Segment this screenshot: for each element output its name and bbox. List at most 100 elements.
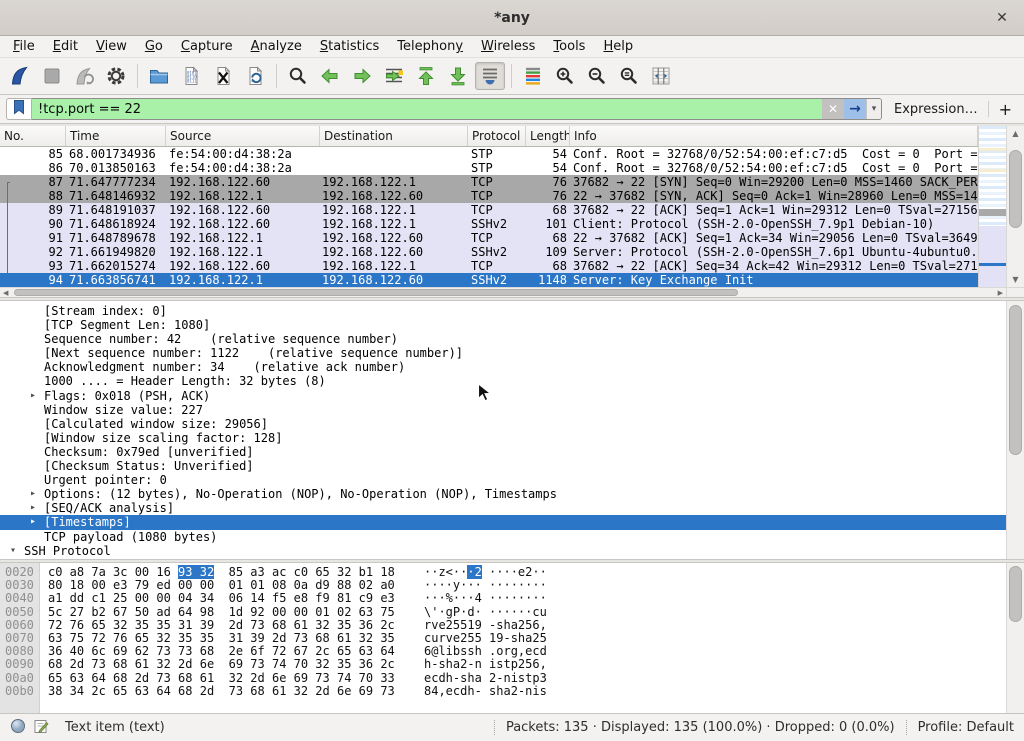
start-capture-button[interactable] <box>5 62 35 90</box>
collapsed-arrow-icon[interactable]: ▸ <box>28 558 44 559</box>
menu-item-help[interactable]: Help <box>594 37 642 56</box>
close-file-button[interactable] <box>208 62 238 90</box>
column-header-protocol[interactable]: Protocol <box>468 126 526 146</box>
menu-item-file[interactable]: File <box>4 37 44 56</box>
hex-row-0050[interactable]: 00505c 27 b2 67 50 ad 64 98 1d 92 00 00 … <box>0 606 1024 619</box>
close-window-button[interactable]: ✕ <box>992 8 1012 28</box>
scroll-up-arrow-icon[interactable]: ▲ <box>1007 129 1024 138</box>
packet-row-89[interactable]: 8971.648191037192.168.122.60192.168.122.… <box>0 203 978 217</box>
collapsed-arrow-icon[interactable]: ▸ <box>28 501 44 515</box>
detail-line[interactable]: [Stream index: 0] <box>0 304 1024 318</box>
expanded-arrow-icon[interactable]: ▾ <box>8 544 24 558</box>
detail-line[interactable]: ▸[Timestamps] <box>0 515 1024 529</box>
go-back-button[interactable] <box>315 62 345 90</box>
scroll-right-arrow-icon[interactable]: ▶ <box>998 288 1003 297</box>
add-filter-button[interactable]: + <box>999 100 1012 119</box>
capture-comment-icon[interactable] <box>33 718 49 738</box>
hex-row-0090[interactable]: 009068 2d 73 68 61 32 2d 6e 69 73 74 70 … <box>0 658 1024 671</box>
details-scroll-thumb[interactable] <box>1009 305 1022 455</box>
detail-line[interactable]: ▸Options: (12 bytes), No-Operation (NOP)… <box>0 487 1024 501</box>
packet-row-94[interactable]: 9471.663856741192.168.122.1192.168.122.6… <box>0 273 978 287</box>
restart-capture-button[interactable] <box>69 62 99 90</box>
hex-row-00b0[interactable]: 00b038 34 2c 65 63 64 68 2d 73 68 61 32 … <box>0 685 1024 698</box>
collapsed-arrow-icon[interactable]: ▸ <box>28 487 44 501</box>
detail-line[interactable]: 1000 .... = Header Length: 32 bytes (8) <box>0 374 1024 388</box>
filter-apply-button[interactable]: → <box>844 99 866 119</box>
hex-row-0060[interactable]: 006072 76 65 32 35 35 31 39 2d 73 68 61 … <box>0 619 1024 632</box>
colorize-button[interactable] <box>518 62 548 90</box>
collapsed-arrow-icon[interactable]: ▸ <box>28 515 44 529</box>
column-header-source[interactable]: Source <box>166 126 320 146</box>
zoom-reset-button[interactable] <box>614 62 644 90</box>
filter-dropdown-button[interactable]: ▾ <box>866 99 881 119</box>
go-to-packet-button[interactable] <box>379 62 409 90</box>
packet-row-85[interactable]: 8568.001734936fe:54:00:d4:38:2aSTP54Conf… <box>0 147 978 161</box>
menu-item-analyze[interactable]: Analyze <box>242 37 311 56</box>
packet-list-hscroll-thumb[interactable] <box>14 289 738 296</box>
go-forward-button[interactable] <box>347 62 377 90</box>
column-header-time[interactable]: Time <box>66 126 166 146</box>
column-header-destination[interactable]: Destination <box>320 126 468 146</box>
go-to-top-button[interactable] <box>411 62 441 90</box>
resize-columns-button[interactable] <box>646 62 676 90</box>
filter-bookmark-button[interactable] <box>6 98 32 120</box>
collapsed-arrow-icon[interactable]: ▸ <box>28 389 44 403</box>
zoom-in-button[interactable] <box>550 62 580 90</box>
detail-line[interactable]: ▾SSH Protocol <box>0 544 1024 558</box>
menu-item-edit[interactable]: Edit <box>44 37 87 56</box>
detail-line[interactable]: Window size value: 227 <box>0 403 1024 417</box>
profile-status[interactable]: Profile: Default <box>918 720 1014 735</box>
bytes-vertical-scrollbar[interactable] <box>1006 563 1024 713</box>
menu-item-tools[interactable]: Tools <box>544 37 594 56</box>
packet-list-scroll-thumb[interactable] <box>1009 150 1022 228</box>
stop-capture-button[interactable] <box>37 62 67 90</box>
details-vertical-scrollbar[interactable] <box>1006 301 1024 559</box>
packet-list-horizontal-scrollbar[interactable]: ◀ ▶ <box>0 287 1006 297</box>
packet-list-vertical-scrollbar[interactable]: ▲ ▼ <box>1006 126 1024 287</box>
menu-item-go[interactable]: Go <box>136 37 172 56</box>
packet-list-header[interactable]: No.TimeSourceDestinationProtocolLengthIn… <box>0 126 978 147</box>
packet-row-86[interactable]: 8670.013850163fe:54:00:d4:38:2aSTP54Conf… <box>0 161 978 175</box>
hex-row-00a0[interactable]: 00a065 63 64 68 2d 73 68 61 32 2d 6e 69 … <box>0 672 1024 685</box>
bytes-scroll-thumb[interactable] <box>1009 566 1022 622</box>
packet-row-88[interactable]: 8871.648146932192.168.122.1192.168.122.6… <box>0 189 978 203</box>
detail-line[interactable]: [Calculated window size: 29056] <box>0 417 1024 431</box>
column-header-length[interactable]: Length <box>526 126 570 146</box>
find-packet-button[interactable] <box>283 62 313 90</box>
expression-button[interactable]: Expression… <box>894 102 978 117</box>
packet-row-87[interactable]: 8771.647777234192.168.122.60192.168.122.… <box>0 175 978 189</box>
scroll-left-arrow-icon[interactable]: ◀ <box>3 288 8 297</box>
reload-file-button[interactable] <box>240 62 270 90</box>
menu-item-capture[interactable]: Capture <box>172 37 242 56</box>
scroll-down-arrow-icon[interactable]: ▼ <box>1007 275 1024 284</box>
save-file-button[interactable]: 010101100111 <box>176 62 206 90</box>
hex-row-0040[interactable]: 0040a1 dd c1 25 00 00 04 34 06 14 f5 e8 … <box>0 592 1024 605</box>
column-header-no[interactable]: No. <box>0 126 66 146</box>
detail-line[interactable]: [Window size scaling factor: 128] <box>0 431 1024 445</box>
auto-scroll-button[interactable] <box>475 62 505 90</box>
menu-item-telephony[interactable]: Telephony <box>388 37 472 56</box>
detail-line[interactable]: TCP payload (1080 bytes) <box>0 530 1024 544</box>
menu-item-wireless[interactable]: Wireless <box>472 37 544 56</box>
capture-options-button[interactable] <box>101 62 131 90</box>
detail-line[interactable]: [TCP Segment Len: 1080] <box>0 318 1024 332</box>
open-file-button[interactable] <box>144 62 174 90</box>
detail-line[interactable]: [Checksum Status: Unverified] <box>0 459 1024 473</box>
intelligent-scrollbar-minimap[interactable] <box>978 126 1006 287</box>
packet-row-93[interactable]: 9371.662015274192.168.122.60192.168.122.… <box>0 259 978 273</box>
column-header-info[interactable]: Info <box>570 126 978 146</box>
detail-line[interactable]: Sequence number: 42 (relative sequence n… <box>0 332 1024 346</box>
detail-line[interactable]: Acknowledgment number: 34 (relative ack … <box>0 360 1024 374</box>
expert-info-icon[interactable] <box>10 718 26 738</box>
detail-line[interactable]: [Next sequence number: 1122 (relative se… <box>0 346 1024 360</box>
display-filter-input[interactable] <box>32 99 822 119</box>
detail-line[interactable]: Checksum: 0x79ed [unverified] <box>0 445 1024 459</box>
packet-row-92[interactable]: 9271.661949820192.168.122.1192.168.122.6… <box>0 245 978 259</box>
filter-clear-button[interactable]: ✕ <box>822 99 844 119</box>
zoom-out-button[interactable] <box>582 62 612 90</box>
menu-item-view[interactable]: View <box>87 37 136 56</box>
packet-row-91[interactable]: 9171.648789678192.168.122.1192.168.122.6… <box>0 231 978 245</box>
detail-line[interactable]: ▸Flags: 0x018 (PSH, ACK) <box>0 389 1024 403</box>
menu-item-statistics[interactable]: Statistics <box>311 37 388 56</box>
detail-line[interactable]: ▸[SEQ/ACK analysis] <box>0 501 1024 515</box>
